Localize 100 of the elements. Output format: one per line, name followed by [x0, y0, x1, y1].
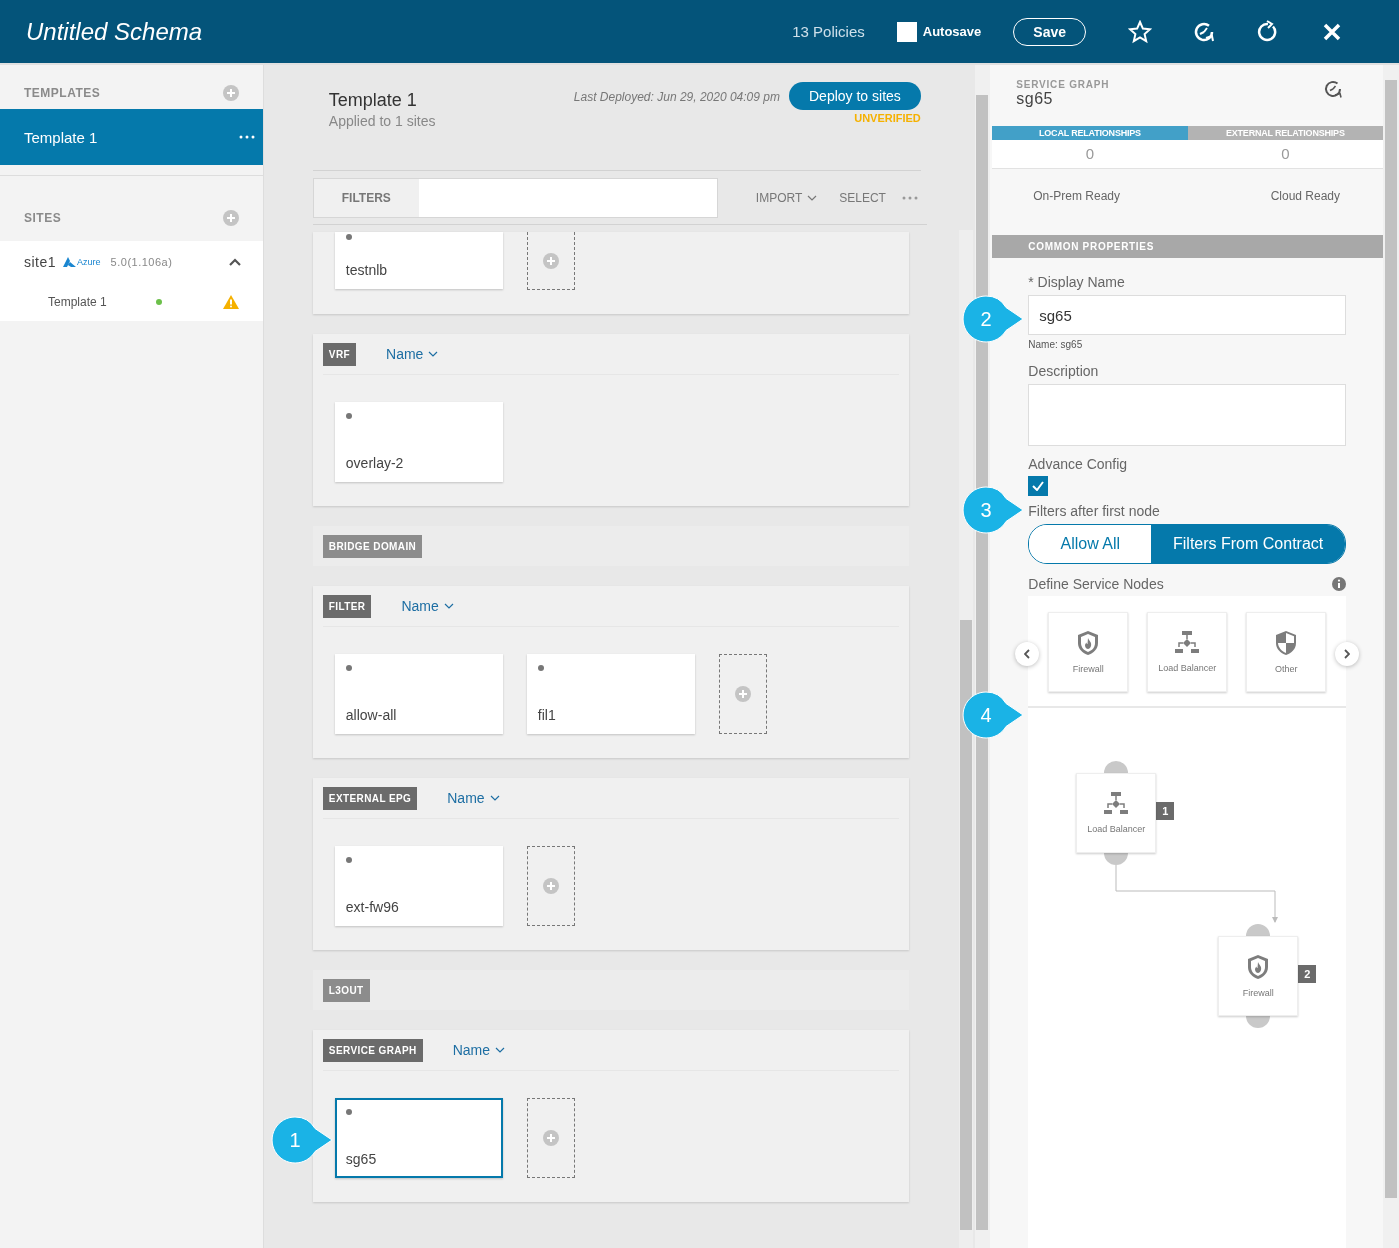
template-title: Template 1	[328, 90, 418, 111]
node-label: Firewall	[1242, 988, 1274, 998]
chevron-up-icon[interactable]	[228, 258, 241, 266]
add-object-tile[interactable]	[718, 654, 767, 734]
order-badge: 2	[1298, 965, 1317, 983]
callout-marker: 4	[961, 690, 1025, 740]
connector-handle[interactable]	[1246, 1016, 1271, 1028]
object-card[interactable]: ext-fw96	[334, 846, 503, 926]
card-name: ext-fw96	[345, 899, 400, 915]
hierarchy-icon	[1103, 792, 1130, 816]
sort-menu[interactable]: Name	[447, 790, 500, 806]
scrollbar[interactable]	[958, 230, 973, 1248]
object-card[interactable]: testnlb	[334, 232, 503, 289]
readiness-label: On-Prem Ready	[1033, 188, 1120, 205]
card-name: allow-all	[345, 707, 398, 723]
autosave-checkbox[interactable]	[896, 21, 917, 42]
import-menu[interactable]: IMPORT	[755, 190, 818, 205]
applied-sites-text: Applied to 1 sites	[328, 113, 436, 129]
site-row[interactable]: site1 Azure 5.0(1.106a)	[0, 241, 263, 283]
service-node[interactable]: Load Balancer	[1076, 773, 1157, 853]
caret-icon	[428, 351, 439, 357]
relationships-tab[interactable]: LOCAL RELATIONSHIPS	[992, 125, 1188, 140]
section-label: FILTER	[322, 594, 372, 618]
add-object-tile[interactable]	[526, 1098, 575, 1178]
segment-option[interactable]: Allow All	[1029, 525, 1152, 563]
callout-marker: 3	[961, 485, 1025, 535]
collapsed-section[interactable]: L3OUT	[312, 970, 909, 1010]
section-label: L3OUT	[322, 978, 370, 1002]
select-link[interactable]: SELECT	[839, 190, 886, 205]
service-node[interactable]: Firewall	[1218, 936, 1299, 1016]
object-card[interactable]: allow-all	[334, 654, 503, 734]
field-hint: Name: sg65	[1028, 339, 1084, 350]
callout-marker: 2	[961, 294, 1025, 344]
display-name-field[interactable]: sg65	[1028, 295, 1346, 335]
template-item[interactable]: Template 1	[0, 109, 263, 165]
check-icon	[1032, 481, 1045, 491]
site-template-row[interactable]: Template 1	[0, 283, 263, 321]
cloud-label: Azure	[77, 257, 101, 267]
object-card[interactable]: sg65	[334, 1098, 503, 1178]
deploy-button[interactable]: Deploy to sites	[789, 82, 921, 110]
collapsed-section[interactable]: BRIDGE DOMAIN	[312, 526, 909, 566]
field-label: Advance Config	[1028, 456, 1129, 472]
sort-menu[interactable]: Name	[452, 1042, 505, 1058]
section-label: VRF	[322, 342, 356, 366]
segment-option[interactable]: Filters From Contract	[1151, 525, 1345, 563]
star-icon[interactable]	[1128, 19, 1152, 44]
caret-icon	[807, 194, 818, 201]
add-object-tile[interactable]	[526, 232, 575, 290]
site-name: site1	[24, 254, 57, 270]
status-dot	[345, 665, 352, 671]
section-header: COMMON PROPERTIES	[992, 235, 1383, 258]
status-dot	[345, 413, 352, 419]
caret-icon	[443, 603, 454, 609]
callout-marker: 1	[270, 1115, 334, 1165]
order-badge: 1	[1156, 802, 1175, 820]
next-button[interactable]	[1335, 642, 1359, 666]
scrollbar[interactable]	[1383, 65, 1399, 1248]
filters-label: FILTERS	[313, 178, 419, 217]
section-label: EXTERNAL EPG	[322, 786, 418, 810]
node-label: Load Balancer	[1158, 663, 1217, 673]
connector-handle[interactable]	[1104, 761, 1129, 773]
last-deployed-text: Last Deployed: Jun 29, 2020 04:09 pm	[573, 90, 780, 104]
object-card[interactable]: fil1	[526, 654, 695, 734]
node-label: Firewall	[1072, 664, 1104, 674]
object-card[interactable]: overlay-2	[334, 402, 503, 482]
field-label: * Display Name	[1028, 274, 1126, 290]
more-icon[interactable]	[238, 135, 255, 139]
sort-menu[interactable]: Name	[401, 598, 454, 614]
object-name: sg65	[1016, 90, 1054, 108]
connector-handle[interactable]	[1104, 853, 1129, 865]
connector-handle[interactable]	[1246, 924, 1271, 936]
verification-status: UNVERIFIED	[854, 112, 921, 124]
service-node-tile[interactable]: Other	[1246, 612, 1327, 692]
add-object-tile[interactable]	[526, 846, 575, 926]
site-version: 5.0(1.106a)	[110, 256, 174, 268]
history-icon[interactable]	[1323, 79, 1343, 99]
autosave-label: Autosave	[922, 24, 982, 39]
status-dot	[345, 857, 352, 863]
status-dot	[345, 1109, 352, 1115]
shield-icon	[1274, 630, 1299, 656]
chevron-right-icon	[1344, 649, 1350, 659]
relationship-count: 0	[992, 139, 1188, 169]
card-name: overlay-2	[345, 455, 405, 471]
firewall-shield-icon	[1246, 954, 1271, 980]
service-node-tile[interactable]: Firewall	[1048, 612, 1129, 692]
policies-count: 13 Policies	[792, 23, 865, 40]
filters-field[interactable]: FILTERS	[312, 177, 718, 218]
previous-button[interactable]	[1015, 642, 1040, 666]
card-name: testnlb	[345, 262, 389, 278]
site-template-label: Template 1	[48, 295, 108, 309]
node-label: Load Balancer	[1087, 824, 1146, 834]
card-name: fil1	[537, 707, 557, 723]
sort-menu[interactable]: Name	[386, 346, 439, 362]
service-node-tile[interactable]: Load Balancer	[1147, 612, 1228, 692]
status-dot	[345, 234, 352, 240]
info-icon[interactable]	[1332, 577, 1346, 591]
description-field[interactable]	[1028, 384, 1346, 446]
advance-config-checkbox[interactable]	[1028, 476, 1049, 496]
more-icon[interactable]	[901, 195, 918, 200]
chevron-left-icon	[1024, 649, 1031, 659]
